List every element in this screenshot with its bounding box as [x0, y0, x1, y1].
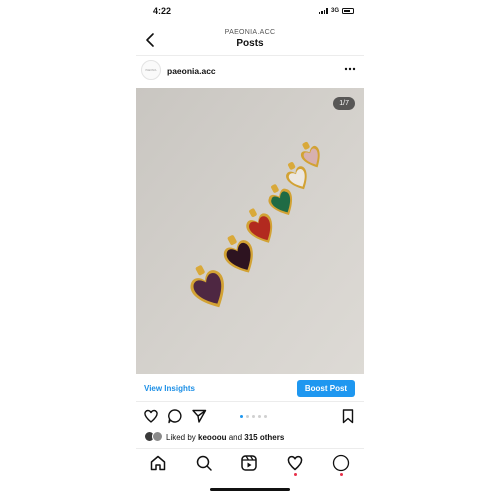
account-subtitle: PAEONIA.ACC — [224, 29, 276, 36]
home-icon[interactable] — [149, 454, 167, 472]
page-title: Posts — [236, 38, 264, 49]
posts-header: PAEONIA.ACC Posts — [136, 28, 364, 52]
more-options-icon[interactable] — [344, 64, 356, 74]
carousel-dot — [258, 415, 261, 418]
divider — [136, 448, 364, 449]
likes-text: Liked by keooou and 315 others — [166, 433, 285, 442]
bottom-tab-bar — [136, 452, 364, 476]
share-icon[interactable] — [191, 408, 207, 424]
profile-icon[interactable] — [332, 454, 350, 472]
post-actions — [136, 405, 364, 427]
status-indicators: 3G — [318, 8, 354, 14]
comment-icon[interactable] — [167, 408, 183, 424]
post-photo[interactable]: 1/7 — [136, 88, 364, 374]
boost-post-button[interactable]: Boost Post — [297, 380, 355, 397]
carousel-indicator — [240, 415, 267, 418]
carousel-dot — [246, 415, 249, 418]
carousel-dot — [264, 415, 267, 418]
image-counter: 1/7 — [333, 97, 355, 110]
avatar-logo-text: PAEONIA — [145, 68, 157, 72]
divider — [136, 55, 364, 56]
view-insights-link[interactable]: View Insights — [144, 384, 195, 393]
post-header: PAEONIA paeonia.acc — [136, 58, 364, 84]
liker-avatars — [144, 431, 164, 442]
carousel-dot-active — [240, 415, 243, 418]
network-label: 3G — [330, 8, 339, 14]
liker-username: keooou — [198, 433, 227, 442]
search-icon[interactable] — [195, 454, 213, 472]
activity-heart-icon[interactable] — [286, 454, 304, 472]
signal-icon — [318, 8, 328, 14]
divider — [136, 401, 364, 402]
home-indicator — [210, 488, 290, 491]
pendants-image — [136, 88, 364, 374]
likes-row[interactable]: Liked by keooou and 315 others — [136, 429, 364, 445]
heart-icon[interactable] — [143, 408, 159, 424]
post-username[interactable]: paeonia.acc — [167, 66, 216, 76]
status-time: 4:22 — [153, 6, 172, 16]
likes-others-count: 315 others — [244, 433, 285, 442]
insights-bar: View Insights Boost Post — [136, 377, 364, 401]
reels-icon[interactable] — [240, 454, 258, 472]
liker-avatar — [152, 431, 163, 442]
phone-screen: 4:22 3G PAEONIA.ACC Posts PAEONIA paeoni… — [136, 0, 364, 498]
battery-icon — [342, 8, 354, 14]
bookmark-icon[interactable] — [340, 408, 356, 424]
status-bar: 4:22 3G — [136, 6, 364, 22]
profile-notification-dot — [340, 473, 343, 476]
notification-dot — [294, 473, 297, 476]
avatar[interactable]: PAEONIA — [141, 60, 161, 80]
carousel-dot — [252, 415, 255, 418]
